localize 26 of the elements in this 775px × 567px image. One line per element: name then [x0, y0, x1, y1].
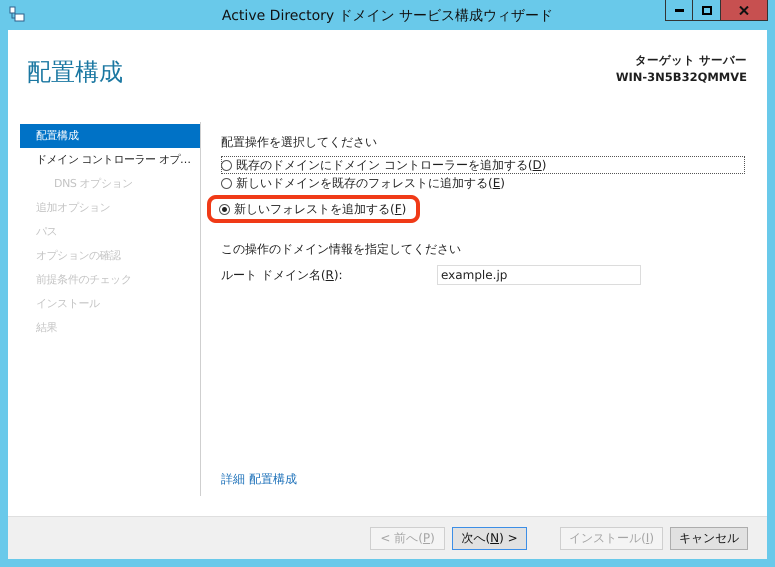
app-icon [9, 6, 25, 22]
close-button[interactable] [721, 0, 768, 21]
close-icon [739, 6, 749, 14]
domain-name-field[interactable]: example.jp [437, 265, 641, 285]
minimize-button[interactable] [665, 0, 693, 21]
more-info-link[interactable]: 詳細 配置構成 [221, 471, 297, 488]
wizard-button[interactable]: 次へ(N) > [452, 526, 528, 550]
minimize-icon [674, 8, 684, 12]
radio-button[interactable] [221, 160, 232, 170]
radio-option[interactable]: 新しいドメインを既存のフォレストに追加する(E) [221, 174, 509, 192]
target-server-label: ターゲット サーバー [634, 52, 747, 69]
page-title: 配置構成 [27, 57, 123, 88]
radio-option[interactable]: 新しいフォレストを追加する(F) [219, 200, 410, 218]
maximize-button[interactable] [693, 0, 721, 21]
wizard-button[interactable]: キャンセル [670, 526, 748, 550]
section-heading: この操作のドメイン情報を指定してください [221, 241, 462, 258]
sidebar-item[interactable]: 配置構成 [20, 124, 200, 148]
section-heading: 配置操作を選択してください [221, 134, 378, 151]
maximize-icon [702, 6, 712, 14]
radio-button[interactable] [219, 204, 230, 214]
target-server-name: WIN-3N5B32QMMVE [616, 69, 747, 86]
radio-button[interactable] [221, 178, 232, 188]
sidebar-item[interactable]: ドメイン コントローラー オプ… [20, 148, 200, 172]
field-label: ルート ドメイン名(R): [221, 266, 344, 284]
window-title: Active Directory ドメイン サービス構成ウィザード [222, 7, 554, 25]
radio-option[interactable]: 既存のドメインにドメイン コントローラーを追加する(D) [221, 156, 745, 174]
